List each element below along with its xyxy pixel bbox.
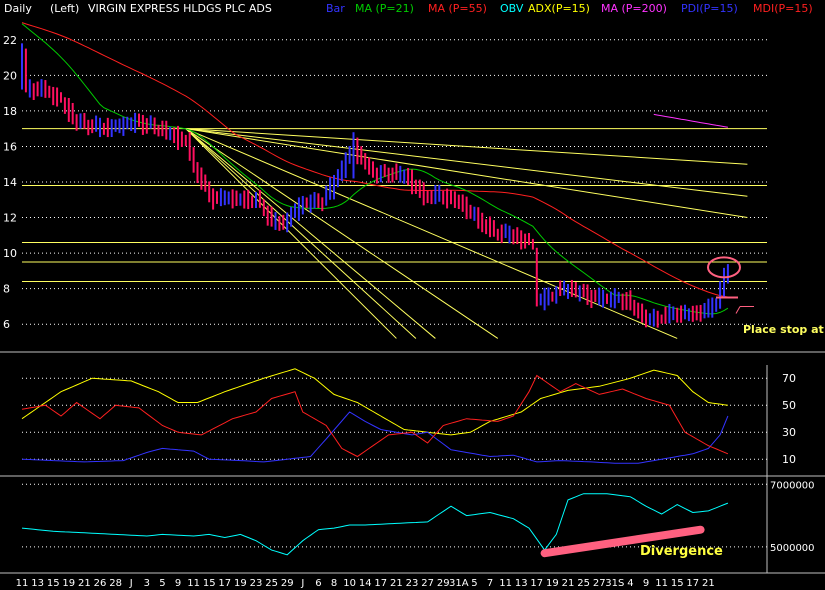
- price-tick-label: 6: [3, 318, 10, 331]
- date-tick-label: 27: [593, 578, 606, 589]
- date-tick-label: 25: [577, 578, 590, 589]
- date-tick-label: 21: [702, 578, 715, 589]
- date-tick-label: 7: [487, 578, 493, 589]
- legend-obv: OBV: [500, 2, 524, 15]
- price-tick-label: 8: [3, 283, 10, 296]
- legend-ma21: MA (P=21): [355, 2, 414, 15]
- date-tick-label: 23: [406, 578, 419, 589]
- date-tick-label: 11: [499, 578, 512, 589]
- date-tick-label: 26: [94, 578, 107, 589]
- date-tick-label: 19: [62, 578, 75, 589]
- date-tick-label: 15: [47, 578, 60, 589]
- date-tick-label: 21: [390, 578, 403, 589]
- date-tick-label: 4: [627, 578, 633, 589]
- date-tick-label: 5: [159, 578, 165, 589]
- directional-tick-label: 50: [782, 399, 796, 412]
- legend-adx: ADX(P=15): [528, 2, 590, 15]
- date-tick-label: 15: [671, 578, 684, 589]
- date-tick-label: 17: [530, 578, 543, 589]
- date-tick-label: 31S: [605, 578, 624, 589]
- date-tick-label: 3: [144, 578, 150, 589]
- date-tick-label: J: [129, 578, 133, 589]
- date-tick-label: 11: [655, 578, 668, 589]
- obv-tick-label: 7000000: [770, 480, 815, 491]
- price-tick-label: 18: [3, 105, 17, 118]
- date-tick-label: 25: [265, 578, 278, 589]
- date-tick-label: 11: [187, 578, 200, 589]
- date-tick-label: 11: [16, 578, 29, 589]
- stop-annotation: Place stop at 7 1/2: [743, 323, 825, 336]
- stock-chart: Daily (Left) VIRGIN EXPRESS HLDGS PLC AD…: [0, 0, 825, 590]
- divergence-annotation: Divergence: [640, 544, 723, 559]
- date-tick-label: 17: [686, 578, 699, 589]
- date-tick-label: 14: [359, 578, 372, 589]
- price-tick-label: 22: [3, 34, 17, 47]
- date-tick-label: 31A: [449, 578, 469, 589]
- directional-tick-label: 10: [782, 453, 796, 466]
- date-tick-label: 10: [343, 578, 356, 589]
- date-tick-label: 29: [281, 578, 294, 589]
- legend-ma200: MA (P=200): [601, 2, 667, 15]
- date-tick-label: 17: [218, 578, 231, 589]
- legend-ma55: MA (P=55): [428, 2, 487, 15]
- date-tick-label: 13: [31, 578, 44, 589]
- price-tick-label: 16: [3, 140, 17, 153]
- date-tick-label: 27: [421, 578, 434, 589]
- legend-pdi: PDI(P=15): [681, 2, 738, 15]
- date-tick-label: J: [300, 578, 304, 589]
- date-tick-label: 21: [78, 578, 91, 589]
- date-tick-label: 6: [315, 578, 321, 589]
- chart-title: VIRGIN EXPRESS HLDGS PLC ADS: [88, 2, 272, 15]
- date-tick-label: 13: [515, 578, 528, 589]
- date-tick-label: 29: [437, 578, 450, 589]
- price-tick-label: 20: [3, 69, 17, 82]
- price-tick-label: 12: [3, 212, 17, 225]
- date-tick-label: 19: [234, 578, 247, 589]
- date-tick-label: 21: [562, 578, 575, 589]
- date-tick-label: 8: [331, 578, 337, 589]
- legend-mdi: MDI(P=15): [753, 2, 813, 15]
- date-axis: 11 13 15 19 21 26 28 J 3 5 9 11 15 17 19 23 25 29 J 6 8 10 14 1…: [16, 578, 715, 589]
- date-tick-label: 23: [250, 578, 263, 589]
- date-tick-label: 15: [203, 578, 216, 589]
- date-tick-label: 9: [643, 578, 649, 589]
- directional-tick-label: 70: [782, 372, 796, 385]
- date-tick-label: 17: [374, 578, 387, 589]
- chart-background: [0, 0, 825, 590]
- date-tick-label: 19: [546, 578, 559, 589]
- price-tick-label: 10: [3, 247, 17, 260]
- date-tick-label: 28: [109, 578, 122, 589]
- scale-label: (Left): [50, 2, 79, 15]
- period-label: Daily: [4, 2, 32, 15]
- price-tick-label: 14: [3, 176, 17, 189]
- chart-header: Daily (Left) VIRGIN EXPRESS HLDGS PLC AD…: [4, 2, 813, 15]
- directional-tick-label: 30: [782, 426, 796, 439]
- date-tick-label: 5: [471, 578, 477, 589]
- date-tick-label: 9: [175, 578, 181, 589]
- legend-bar: Bar: [326, 2, 345, 15]
- obv-tick-label: 5000000: [770, 543, 815, 554]
